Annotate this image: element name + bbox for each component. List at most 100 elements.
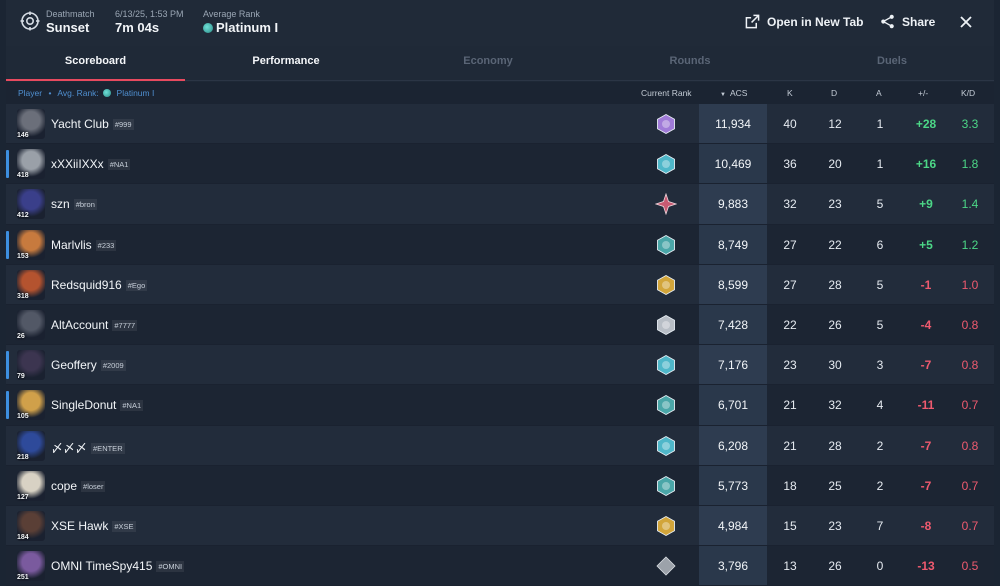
plus-minus-value: +9 — [919, 197, 933, 212]
kd-value: 1.4 — [961, 197, 979, 212]
deaths-value: 25 — [828, 478, 842, 493]
table-row[interactable]: 318 Redsquid916 #Ego 8,599 27 28 5 -1 1.0 — [6, 264, 994, 305]
iron-rank-icon — [656, 556, 676, 576]
player-name-cell[interactable]: xXXiiIXXx #NA1 — [51, 157, 131, 172]
plus-minus-value: +28 — [915, 117, 937, 131]
assists-value: 0 — [876, 559, 884, 574]
match-tabs: Scoreboard Performance Economy Rounds Du… — [6, 46, 994, 81]
average-rank-label: Average Rank — [203, 9, 260, 19]
tab-scoreboard[interactable]: Scoreboard — [6, 46, 185, 81]
date-duration-block: 6/13/25, 1:53 PM 7m 04s — [115, 9, 184, 36]
kills-value: 22 — [783, 317, 797, 332]
kd-value: 3.3 — [961, 117, 979, 131]
table-row[interactable]: 146 Yacht Club #999 11,934 40 12 1 +28 3.… — [6, 104, 994, 145]
player-column-header: Player • Avg. Rank: Platinum I — [18, 88, 154, 98]
kills-value: 23 — [783, 358, 797, 373]
player-name-cell[interactable]: Redsquid916 #Ego — [51, 278, 148, 292]
player-name-cell[interactable]: AltAccount #7777 — [51, 318, 138, 332]
account-level: 153 — [17, 252, 29, 260]
assists-header[interactable]: A — [876, 88, 882, 98]
kills-value: 21 — [783, 438, 797, 453]
close-icon[interactable] — [958, 14, 974, 30]
kd-header[interactable]: K/D — [961, 88, 975, 98]
account-level: 26 — [17, 332, 25, 340]
table-row[interactable]: 412 szn #bron 9,883 32 23 5 +9 1.4 — [6, 184, 994, 225]
player-name-cell[interactable]: Yacht Club #999 — [51, 117, 134, 131]
kd-value: 0.7 — [961, 398, 979, 413]
platinum-rank-icon — [657, 355, 675, 376]
kills-value: 27 — [783, 277, 797, 292]
plus-minus-value: +16 — [915, 157, 937, 172]
table-row[interactable]: 26 AltAccount #7777 7,428 22 26 5 -4 0.8 — [6, 304, 994, 346]
player-tag: #233 — [95, 239, 117, 251]
plus-minus-value: +5 — [919, 237, 933, 252]
platinum-rank-icon — [657, 475, 675, 496]
kills-value: 21 — [783, 398, 797, 413]
account-level: 127 — [17, 493, 29, 501]
gold-rank-icon — [657, 515, 675, 536]
tab-duels[interactable]: Duels — [791, 46, 993, 80]
acs-header[interactable]: ▼ ACS — [720, 88, 747, 98]
player-name-cell[interactable]: XSE Hawk #XSE — [51, 519, 136, 533]
table-row[interactable]: 218 〆〆〆 #ENTER 6,208 21 28 2 -7 0.8 — [6, 425, 994, 466]
deaths-value: 23 — [828, 197, 842, 212]
plus-minus-header[interactable]: +/- — [918, 88, 928, 98]
plus-minus-value: -7 — [920, 478, 932, 493]
match-duration: 7m 04s — [115, 20, 160, 35]
avg-rank-prefix: Avg. Rank: — [57, 88, 99, 98]
player-name-cell[interactable]: Geoffery #2009 — [51, 358, 126, 372]
diamond-rank-icon — [657, 154, 675, 175]
tab-rounds[interactable]: Rounds — [589, 46, 791, 80]
deaths-value: 30 — [828, 358, 842, 373]
deaths-value: 23 — [828, 518, 842, 533]
player-name-cell[interactable]: cope #loser — [51, 479, 106, 493]
player-tag: #ENTER — [91, 442, 125, 454]
deaths-value: 12 — [828, 117, 842, 131]
kills-value: 36 — [783, 157, 797, 172]
open-in-new-tab-button[interactable]: Open in New Tab — [745, 14, 863, 29]
tab-performance[interactable]: Performance — [185, 46, 387, 80]
account-level: 251 — [17, 574, 29, 582]
table-row[interactable]: 251 OMNI TimeSpy415 #OMNI 3,796 13 26 0 -… — [6, 546, 994, 586]
deaths-value: 20 — [828, 157, 842, 172]
player-name-cell[interactable]: Marlvlis #233 — [51, 238, 117, 252]
average-rank-value: Platinum I — [216, 20, 279, 35]
team-indicator — [6, 391, 9, 420]
share-label: Share — [902, 14, 936, 29]
table-row[interactable]: 153 Marlvlis #233 8,749 27 22 6 +5 1.2 — [6, 224, 994, 265]
player-name-cell[interactable]: SingleDonut #NA1 — [51, 398, 144, 412]
tab-economy[interactable]: Economy — [387, 46, 589, 80]
deaths-value: 26 — [828, 317, 842, 332]
kills-header[interactable]: K — [787, 88, 793, 98]
assists-value: 2 — [876, 438, 884, 453]
scoreboard-header: Player • Avg. Rank: Platinum I Current R… — [6, 82, 994, 104]
player-tag: #bron — [73, 199, 97, 211]
acs-value: 5,773 — [717, 478, 749, 493]
table-row[interactable]: 79 Geoffery #2009 7,176 23 30 3 -7 0.8 — [6, 345, 994, 386]
player-tag: #NA1 — [107, 159, 131, 171]
deaths-header[interactable]: D — [831, 88, 837, 98]
platinum-rank-icon — [657, 395, 675, 416]
table-row[interactable]: 127 cope #loser 5,773 18 25 2 -7 0.7 — [6, 465, 994, 506]
plus-minus-value: -13 — [917, 559, 935, 574]
share-button[interactable]: Share — [880, 14, 935, 29]
deaths-value: 26 — [828, 559, 842, 574]
immortal-rank-icon — [655, 193, 677, 216]
player-name-cell[interactable]: szn #bron — [51, 197, 97, 211]
table-row[interactable]: 184 XSE Hawk #XSE 4,984 15 23 7 -8 0.7 — [6, 505, 994, 547]
assists-value: 1 — [876, 157, 884, 172]
table-row[interactable]: 105 SingleDonut #NA1 6,701 21 32 4 -11 0.… — [6, 385, 994, 426]
deaths-value: 28 — [828, 277, 842, 292]
player-name: xXXiiIXXx — [51, 157, 104, 172]
kills-value: 15 — [783, 518, 797, 533]
scoreboard-rows: 146 Yacht Club #999 11,934 40 12 1 +28 3.… — [6, 104, 994, 586]
table-row[interactable]: 418 xXXiiIXXx #NA1 10,469 36 20 1 +16 1.8 — [6, 144, 994, 185]
player-name-cell[interactable]: 〆〆〆 #ENTER — [51, 439, 125, 456]
ascendant-rank-icon — [657, 113, 675, 135]
team-indicator — [6, 230, 9, 259]
match-details-panel: Deathmatch Sunset 6/13/25, 1:53 PM 7m 04… — [6, 0, 994, 586]
assists-value: 7 — [876, 518, 884, 533]
diamond-rank-icon — [657, 435, 675, 456]
player-name: Geoffery — [51, 358, 97, 373]
player-name-cell[interactable]: OMNI TimeSpy415 #OMNI — [51, 559, 185, 573]
